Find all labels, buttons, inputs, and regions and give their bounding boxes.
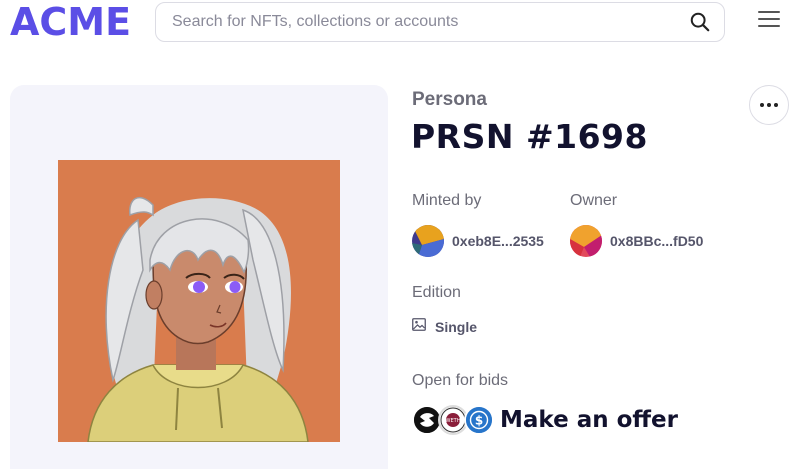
image-icon xyxy=(412,318,426,336)
make-offer-button[interactable]: Make an offer xyxy=(500,407,678,433)
minter-avatar xyxy=(412,225,444,257)
owner-address-link[interactable]: 0x8BBc...fD50 xyxy=(570,225,703,257)
edition-value: Single xyxy=(435,319,478,335)
minter-address-link[interactable]: 0xeb8E...2535 xyxy=(412,225,544,257)
minted-by-label: Minted by xyxy=(412,192,482,209)
svg-text:WETH: WETH xyxy=(446,418,461,424)
hamburger-menu-icon[interactable] xyxy=(758,11,780,31)
more-options-icon[interactable] xyxy=(749,85,789,125)
search-bar[interactable] xyxy=(155,2,725,42)
collection-name[interactable]: Persona xyxy=(412,89,487,111)
search-input[interactable] xyxy=(172,13,688,31)
nft-artwork[interactable] xyxy=(58,160,340,442)
usdc-token-icon: $ xyxy=(464,405,494,435)
edition-info: Single xyxy=(412,318,477,336)
bid-token-list: WETH $ xyxy=(412,405,494,435)
edition-label: Edition xyxy=(412,284,461,301)
acme-logo[interactable]: ACME xyxy=(10,2,131,42)
owner-label: Owner xyxy=(570,192,618,209)
nft-title: PRSN #1698 xyxy=(411,117,648,156)
artwork-panel xyxy=(10,85,388,469)
owner-avatar xyxy=(570,225,602,257)
open-for-bids-label: Open for bids xyxy=(412,372,509,389)
svg-text:$: $ xyxy=(475,414,483,428)
minter-address: 0xeb8E...2535 xyxy=(452,233,544,249)
search-icon[interactable] xyxy=(688,10,712,34)
owner-address: 0x8BBc...fD50 xyxy=(610,233,704,249)
